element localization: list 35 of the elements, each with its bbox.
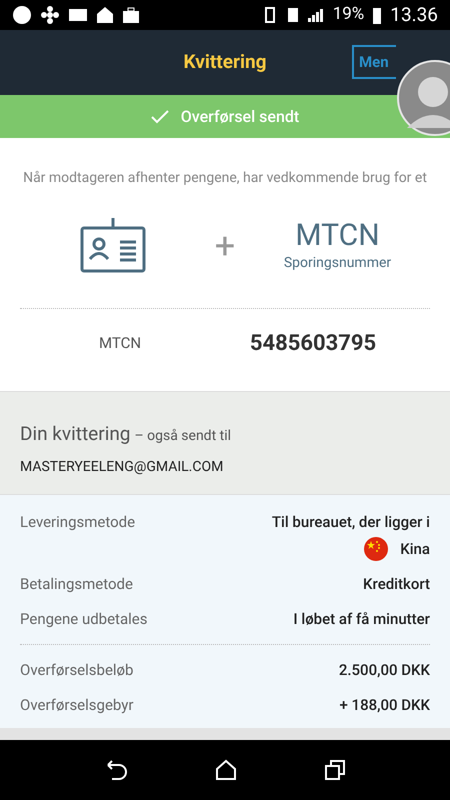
recent-apps-icon[interactable]	[324, 759, 346, 781]
menu-button[interactable]: Men	[352, 45, 396, 79]
receipt-title: Din kvittering	[20, 421, 130, 447]
amount-label: Overførselsbeløb	[20, 660, 134, 681]
country-name: Kina	[400, 538, 430, 560]
battery-percent: 19%	[332, 3, 364, 26]
signal-icon	[306, 8, 325, 22]
code-title: MTCN	[295, 218, 380, 252]
flag-icon	[364, 537, 388, 561]
home-icon	[96, 6, 114, 24]
plus-sign: +	[214, 224, 236, 269]
mtcn-label: MTCN	[98, 332, 142, 354]
receipt-subtitle: – også sendt til	[134, 427, 232, 446]
image-icon	[68, 7, 88, 23]
email-address: MASTERYEELENG@GMAIL.COM	[20, 458, 224, 476]
banner-text: Overførsel sendt	[180, 106, 300, 128]
detail-value: Kreditkort	[363, 574, 430, 595]
home-icon[interactable]	[214, 759, 237, 781]
detail-value: Til bureauet, der ligger i	[272, 512, 430, 532]
bag-icon	[122, 6, 140, 24]
id-card-icon	[80, 218, 146, 274]
clock: 13.36	[390, 2, 438, 28]
page-title: Kvittering	[184, 49, 266, 76]
detail-label: Leveringsmetode	[20, 512, 136, 532]
check-icon	[150, 110, 169, 124]
amount-value: 2.500,00 DKK	[338, 660, 430, 681]
detail-label: Pengene udbetales	[20, 608, 148, 630]
detail-label: Betalingsmetode	[20, 574, 133, 595]
code-subtitle: Sporingsnummer	[284, 254, 392, 272]
amount-value: + 188,00 DKK	[339, 694, 430, 716]
amount-label: Overførselsgebyr	[20, 694, 134, 716]
flower-icon	[40, 5, 60, 25]
detail-value: I løbet af få minutter	[293, 608, 430, 630]
intro-text: Når modtageren afhenter pengene, har vedkommende brug for et	[22, 169, 428, 188]
mtcn-number: 5485603795	[248, 330, 378, 358]
